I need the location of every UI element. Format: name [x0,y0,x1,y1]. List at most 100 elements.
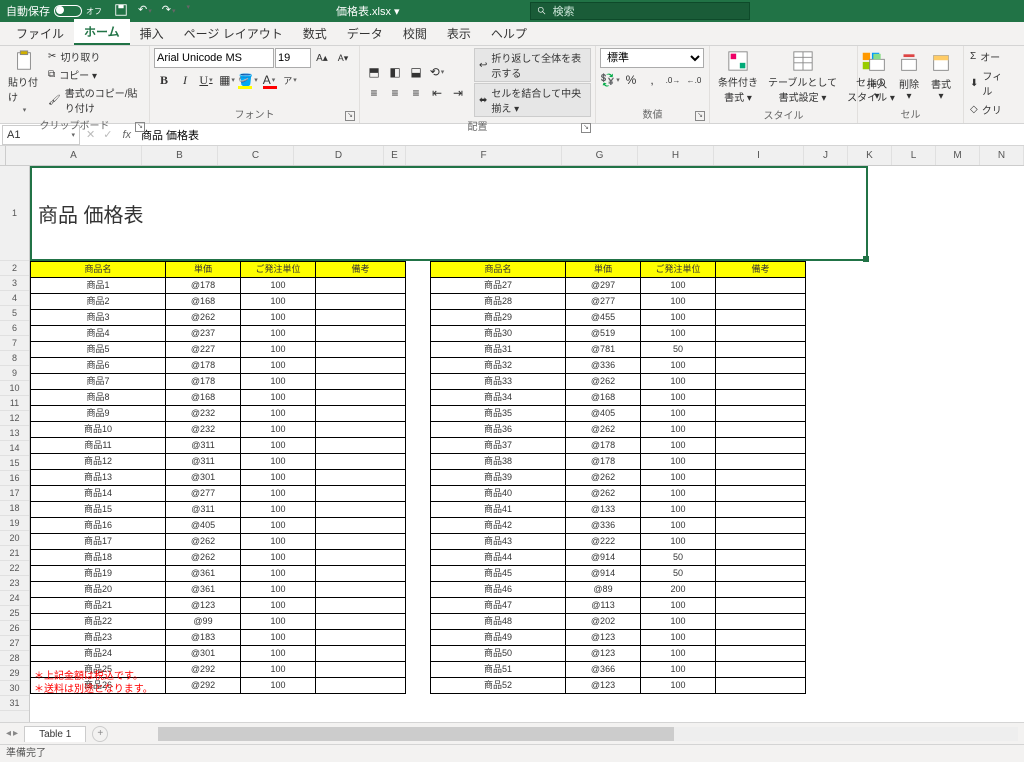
table-row[interactable]: 商品16@405100 [31,518,406,534]
align-left-icon[interactable]: ≡ [364,83,384,103]
row-header[interactable]: 16 [0,471,29,486]
accounting-format-icon[interactable]: 💱▾ [600,70,620,90]
tab-review[interactable]: 校閲 [393,21,437,45]
align-center-icon[interactable]: ≡ [385,83,405,103]
table-row[interactable]: 商品48@202100 [431,614,806,630]
row-header[interactable]: 15 [0,456,29,471]
row-header[interactable]: 26 [0,621,29,636]
column-header[interactable]: B [142,146,218,165]
row-header[interactable]: 13 [0,426,29,441]
decrease-indent-icon[interactable]: ⇤ [427,83,447,103]
table-row[interactable]: 商品50@123100 [431,646,806,662]
column-header[interactable]: M [936,146,980,165]
tab-home[interactable]: ホーム [74,19,130,45]
row-header[interactable]: 20 [0,531,29,546]
row-header[interactable]: 14 [0,441,29,456]
table-row[interactable]: 商品6@178100 [31,358,406,374]
table-row[interactable]: 商品40@262100 [431,486,806,502]
table-row[interactable]: 商品11@311100 [31,438,406,454]
table-row[interactable]: 商品35@405100 [431,406,806,422]
table-row[interactable]: 商品15@311100 [31,502,406,518]
table-row[interactable]: 商品7@178100 [31,374,406,390]
table-row[interactable]: 商品21@123100 [31,598,406,614]
column-header[interactable]: L [892,146,936,165]
table-row[interactable]: 商品12@311100 [31,454,406,470]
cut-button[interactable]: ✂切り取り [46,48,145,65]
table-row[interactable]: 商品46@89200 [431,582,806,598]
align-bottom-icon[interactable]: ⬓ [406,62,426,82]
table-row[interactable]: 商品30@519100 [431,326,806,342]
table-row[interactable]: 商品36@262100 [431,422,806,438]
percent-icon[interactable]: % [621,70,641,90]
row-header[interactable]: 9 [0,366,29,381]
table-row[interactable]: 商品32@336100 [431,358,806,374]
document-title[interactable]: 価格表.xlsx ▾ [336,3,400,19]
table-row[interactable]: 商品9@232100 [31,406,406,422]
dialog-launcher-icon[interactable]: ↘ [345,111,355,121]
decrease-font-icon[interactable]: A▾ [333,48,353,68]
merge-center-button[interactable]: ⬌セルを結合して中央揃え ▾ [474,83,591,117]
align-top-icon[interactable]: ⬒ [364,62,384,82]
table-row[interactable]: 商品38@178100 [431,454,806,470]
table-row[interactable]: 商品8@168100 [31,390,406,406]
orientation-icon[interactable]: ⟲▾ [427,62,447,82]
comma-icon[interactable]: , [642,70,662,90]
row-header[interactable]: 27 [0,636,29,651]
tab-file[interactable]: ファイル [6,21,74,45]
table-row[interactable]: 商品51@366100 [431,662,806,678]
qat-customize-icon[interactable]: ▾ [186,3,190,20]
bold-button[interactable]: B [154,70,174,90]
format-painter-button[interactable]: 🖌書式のコピー/貼り付け [46,84,145,116]
column-header[interactable]: H [638,146,714,165]
underline-button[interactable]: U▾ [196,70,216,90]
tab-insert[interactable]: 挿入 [130,21,174,45]
decrease-decimal-icon[interactable]: ←.0 [684,70,704,90]
row-header[interactable]: 30 [0,681,29,696]
italic-button[interactable]: I [175,70,195,90]
fill-button[interactable]: ⬇フィル [968,67,1010,99]
table-row[interactable]: 商品43@222100 [431,534,806,550]
tab-data[interactable]: データ [337,21,393,45]
tab-formulas[interactable]: 数式 [293,21,337,45]
column-header[interactable]: E [384,146,406,165]
table-row[interactable]: 商品34@168100 [431,390,806,406]
align-middle-icon[interactable]: ◧ [385,62,405,82]
search-box[interactable]: 検索 [530,2,750,20]
row-header[interactable]: 21 [0,546,29,561]
clear-button[interactable]: ◇クリ [968,101,1004,118]
format-cells-button[interactable]: 書式 ▾ [926,50,956,104]
worksheet-grid[interactable]: ABCDEFGHIJKLMN 1234567891011121314151617… [0,146,1024,722]
format-as-table-button[interactable]: テーブルとして 書式設定 ▾ [764,48,841,106]
table-row[interactable]: 商品42@336100 [431,518,806,534]
table-row[interactable]: 商品28@277100 [431,294,806,310]
row-header[interactable]: 4 [0,291,29,306]
table-row[interactable]: 商品14@277100 [31,486,406,502]
phonetic-button[interactable]: ア▾ [280,70,300,90]
dialog-launcher-icon[interactable]: ↘ [135,122,145,132]
table-row[interactable]: 商品41@133100 [431,502,806,518]
table-row[interactable]: 商品39@262100 [431,470,806,486]
table-row[interactable]: 商品5@227100 [31,342,406,358]
tab-view[interactable]: 表示 [437,21,481,45]
column-header[interactable]: K [848,146,892,165]
row-header[interactable]: 23 [0,576,29,591]
row-header[interactable]: 28 [0,651,29,666]
table-row[interactable]: 商品22@99100 [31,614,406,630]
copy-button[interactable]: ⧉コピー ▾ [46,66,145,83]
table-row[interactable]: 商品13@301100 [31,470,406,486]
row-header[interactable]: 17 [0,486,29,501]
row-header[interactable]: 25 [0,606,29,621]
dialog-launcher-icon[interactable]: ↘ [695,111,705,121]
cells-area[interactable]: 商品 価格表 商品名単価ご発注単位備考商品1@178100商品2@168100商… [30,166,1024,722]
table-row[interactable]: 商品37@178100 [431,438,806,454]
conditional-format-button[interactable]: 条件付き 書式 ▾ [714,48,762,106]
table-row[interactable]: 商品23@183100 [31,630,406,646]
align-right-icon[interactable]: ≡ [406,83,426,103]
row-header[interactable]: 8 [0,351,29,366]
row-header[interactable]: 22 [0,561,29,576]
table-row[interactable]: 商品1@178100 [31,278,406,294]
table-row[interactable]: 商品29@455100 [431,310,806,326]
row-header[interactable]: 2 [0,261,29,276]
column-header[interactable]: A [6,146,142,165]
table-row[interactable]: 商品33@262100 [431,374,806,390]
